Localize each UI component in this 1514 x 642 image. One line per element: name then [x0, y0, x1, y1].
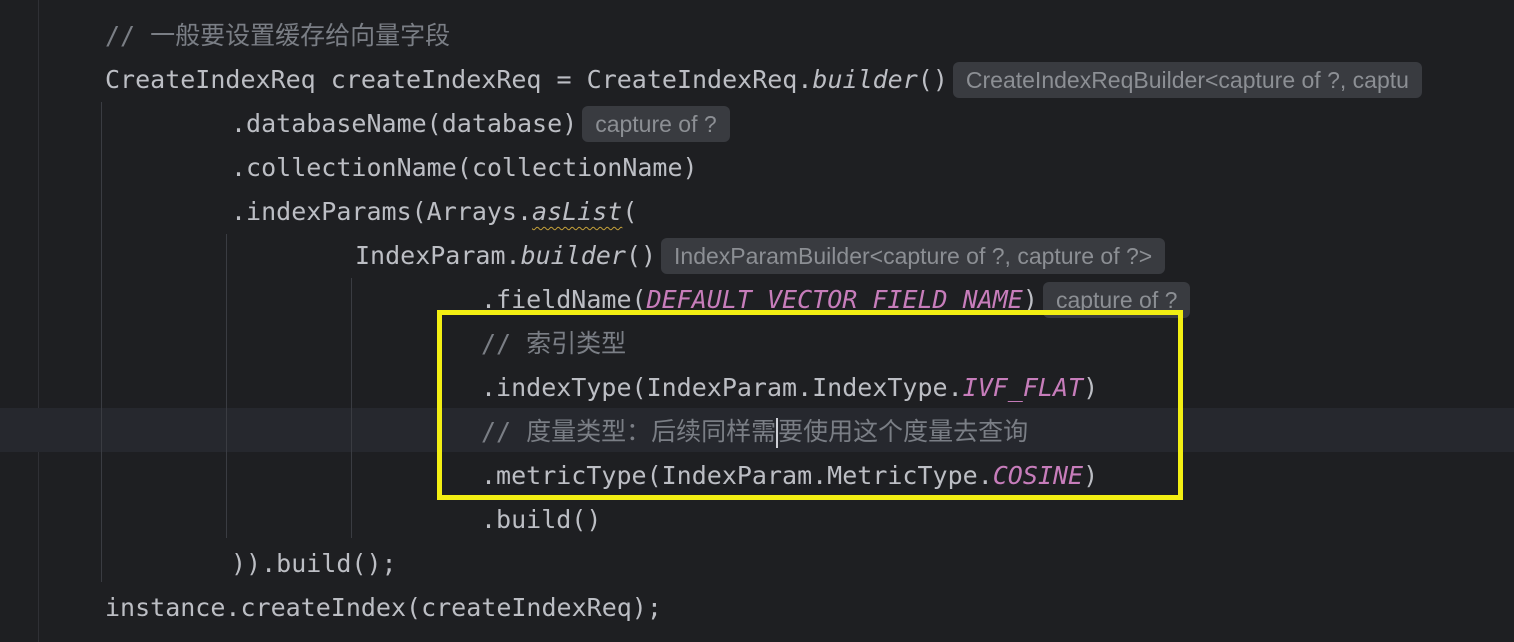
code-text: (): [625, 241, 657, 270]
code-text: .collectionName(collectionName): [231, 153, 698, 182]
indent-guide: [226, 234, 227, 538]
inlay-type-hint: CreateIndexReqBuilder<capture of ?, capt…: [952, 62, 1422, 98]
inlay-type-hint: IndexParamBuilder<capture of ?, capture …: [661, 238, 1166, 274]
code-line-13[interactable]: )).build();: [231, 542, 397, 586]
code-line-2[interactable]: CreateIndexReq createIndexReq = CreateIn…: [105, 58, 1422, 102]
code-line-14[interactable]: instance.createIndex(createIndexReq);: [105, 586, 662, 630]
code-text: CreateIndexReq createIndexReq = CreateIn…: [105, 65, 813, 94]
code-line-5[interactable]: .indexParams(Arrays.asList(: [231, 190, 637, 234]
warning-squiggle-method[interactable]: asList: [532, 197, 622, 226]
code-editor[interactable]: // 一般要设置缓存给向量字段 CreateIndexReq createInd…: [0, 0, 1514, 642]
inlay-type-hint: capture of ?: [582, 106, 730, 142]
code-text: .build(): [481, 505, 602, 534]
code-text: .databaseName(database): [231, 109, 578, 138]
code-line-4[interactable]: .collectionName(collectionName): [231, 146, 698, 190]
code-text: instance.createIndex(createIndexReq);: [105, 593, 662, 622]
code-line-6[interactable]: IndexParam.builder() IndexParamBuilder<ca…: [355, 234, 1166, 278]
code-text: )).build();: [231, 549, 397, 578]
code-line-1[interactable]: // 一般要设置缓存给向量字段: [105, 14, 450, 58]
code-comment: // 一般要设置缓存给向量字段: [105, 21, 451, 50]
static-method: builder: [812, 65, 918, 94]
indent-guide: [351, 278, 352, 538]
indent-guide: [101, 102, 102, 582]
gutter-divider: [38, 0, 39, 642]
code-line-12[interactable]: .build(): [481, 498, 601, 542]
code-text: (): [917, 65, 948, 94]
code-line-3[interactable]: .databaseName(database) capture of ?: [231, 102, 730, 146]
code-text: (: [622, 197, 638, 226]
static-method: builder: [520, 241, 626, 270]
yellow-highlight-box: [437, 310, 1183, 500]
code-text: .indexParams(Arrays.: [231, 197, 533, 226]
code-text: IndexParam.: [355, 241, 521, 270]
